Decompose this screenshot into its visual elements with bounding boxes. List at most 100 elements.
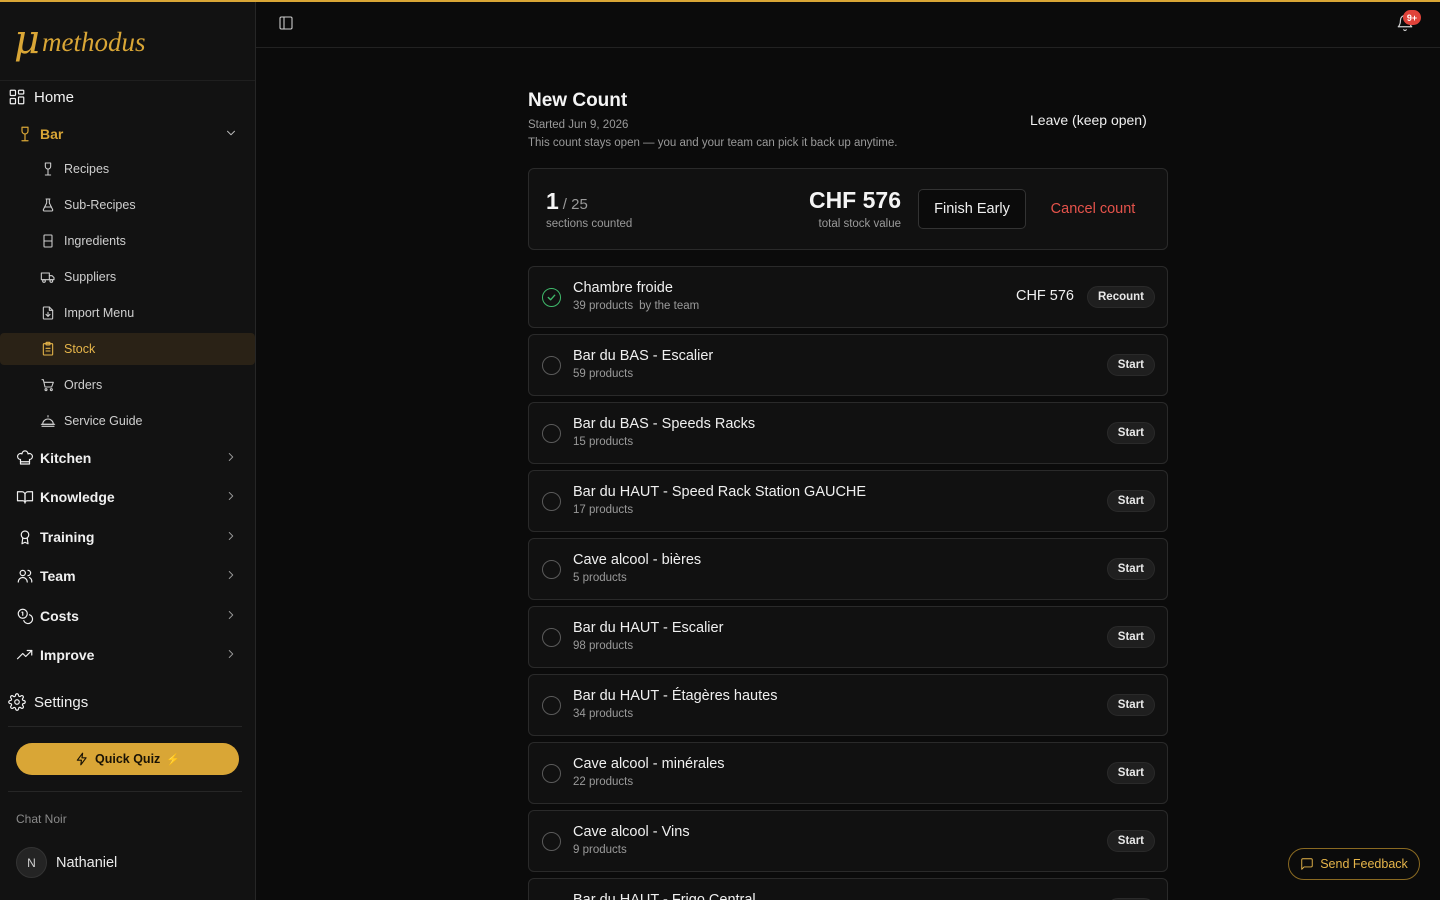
- sidebar-item-home[interactable]: Home: [0, 81, 256, 113]
- start-button[interactable]: Start: [1106, 694, 1155, 716]
- count-description: This count stays open — you and your tea…: [528, 137, 898, 149]
- spark-icon: ⚡: [166, 753, 180, 766]
- section-meta: 17 products: [573, 504, 633, 516]
- start-button[interactable]: Start: [1106, 762, 1155, 784]
- page-title: New Count: [528, 90, 628, 111]
- sidebar-item-recipes[interactable]: Recipes: [0, 153, 256, 185]
- sidebar-group-label: Bar: [40, 126, 64, 142]
- wine-glass-icon: [40, 161, 56, 177]
- sidebar-item-settings[interactable]: Settings: [0, 686, 256, 718]
- section-card[interactable]: Bar du HAUT - Étagères hautes 34 products…: [528, 674, 1168, 736]
- section-value: CHF 576: [1015, 288, 1074, 304]
- sidebar-item-label: Home: [34, 88, 75, 106]
- sidebar-group-label: Improve: [40, 647, 95, 663]
- clipboard-icon: [40, 341, 56, 357]
- empty-circle-icon: [542, 424, 561, 443]
- sidebar-item-sub-recipes[interactable]: Sub-Recipes: [0, 189, 256, 221]
- section-card[interactable]: Bar du HAUT - Frigo CentralStart: [528, 878, 1168, 900]
- start-button[interactable]: Start: [1106, 830, 1155, 852]
- section-card[interactable]: Bar du BAS - Escalier 59 products Start: [528, 334, 1168, 396]
- trend-up-icon: [16, 646, 34, 664]
- chevron-down-icon: [224, 126, 238, 140]
- empty-circle-icon: [542, 492, 561, 511]
- chevron-right-icon: [224, 489, 238, 503]
- sidebar-item-stock[interactable]: Stock: [0, 333, 255, 365]
- sidebar: μ methodus Home Bar Recipes Sub-Recipes …: [0, 0, 256, 900]
- top-header: 9+: [256, 0, 1440, 48]
- flask-icon: [40, 197, 56, 213]
- logo-mu: μ: [14, 17, 40, 63]
- sidebar-divider: [8, 791, 242, 792]
- finish-early-button[interactable]: Finish Early: [918, 189, 1026, 229]
- empty-circle-icon: [542, 356, 561, 375]
- section-card[interactable]: Bar du HAUT - Escalier 98 products Start: [528, 606, 1168, 668]
- sidebar-group-bar[interactable]: Bar: [0, 117, 256, 151]
- section-counted-by: by the team: [639, 300, 700, 312]
- sidebar-item-suppliers[interactable]: Suppliers: [0, 261, 256, 293]
- sidebar-group-label: Team: [40, 568, 76, 584]
- section-product-count: 5 products: [573, 572, 627, 584]
- section-meta: 39 products by the team: [573, 300, 699, 312]
- user-profile[interactable]: N Nathaniel: [16, 847, 117, 878]
- sidebar-divider: [8, 726, 242, 727]
- sidebar-item-orders[interactable]: Orders: [0, 369, 256, 401]
- counted-number: 1: [546, 188, 559, 214]
- section-name: Bar du HAUT - Étagères hautes: [573, 688, 778, 704]
- chevron-right-icon: [224, 647, 238, 661]
- sidebar-group-kitchen[interactable]: Kitchen: [0, 441, 256, 475]
- count-summary-card: 1 / 25 sections counted CHF 576 total st…: [528, 168, 1168, 250]
- quick-quiz-button[interactable]: Quick Quiz ⚡: [16, 743, 239, 775]
- start-button[interactable]: Start: [1106, 490, 1155, 512]
- sidebar-item-service-guide[interactable]: Service Guide: [0, 405, 256, 437]
- start-button[interactable]: Start: [1106, 626, 1155, 648]
- leave-keep-open-button[interactable]: Leave (keep open): [1030, 109, 1147, 131]
- section-meta: 5 products: [573, 572, 627, 584]
- organization-name: Chat Noir: [16, 812, 67, 826]
- sidebar-group-improve[interactable]: Improve: [0, 638, 256, 672]
- empty-circle-icon: [542, 832, 561, 851]
- top-accent-bar: [0, 0, 1440, 2]
- brand-logo[interactable]: μ methodus: [0, 0, 255, 81]
- gear-icon: [8, 693, 26, 711]
- cancel-count-button[interactable]: Cancel count: [1041, 189, 1145, 229]
- section-meta: 34 products: [573, 708, 633, 720]
- section-card[interactable]: Cave alcool - minérales 22 products Start: [528, 742, 1168, 804]
- start-button[interactable]: Start: [1106, 558, 1155, 580]
- sidebar-group-knowledge[interactable]: Knowledge: [0, 480, 256, 514]
- sidebar-group-training[interactable]: Training: [0, 520, 256, 554]
- section-name: Bar du BAS - Escalier: [573, 348, 714, 364]
- sidebar-item-ingredients[interactable]: Ingredients: [0, 225, 256, 257]
- sidebar-item-import-menu[interactable]: Import Menu: [0, 297, 256, 329]
- empty-circle-icon: [542, 696, 561, 715]
- user-name: Nathaniel: [56, 854, 118, 871]
- total-stock-value: CHF 576: [808, 187, 901, 213]
- sidebar-group-team[interactable]: Team: [0, 559, 256, 593]
- chevron-right-icon: [224, 608, 238, 622]
- section-meta: 59 products: [573, 368, 633, 380]
- start-button[interactable]: Start: [1106, 354, 1155, 376]
- start-button[interactable]: Start: [1106, 422, 1155, 444]
- sidebar-item-label: Import Menu: [64, 306, 135, 320]
- sidebar-item-label: Service Guide: [64, 414, 143, 428]
- sidebar-toggle-icon[interactable]: [278, 15, 294, 31]
- section-name: Cave alcool - bières: [573, 552, 702, 568]
- wine-glass-icon: [16, 125, 34, 143]
- section-card[interactable]: Cave alcool - bières 5 products Start: [528, 538, 1168, 600]
- section-card[interactable]: Bar du BAS - Speeds Racks 15 products Star…: [528, 402, 1168, 464]
- section-card[interactable]: Chambre froide 39 products by the team CHF …: [528, 266, 1168, 328]
- section-product-count: 34 products: [573, 708, 634, 720]
- send-feedback-button[interactable]: Send Feedback: [1288, 848, 1420, 880]
- section-card[interactable]: Cave alcool - Vins 9 products Start: [528, 810, 1168, 872]
- section-card[interactable]: Bar du HAUT - Speed Rack Station GAUCHE 1…: [528, 470, 1168, 532]
- sidebar-item-label: Orders: [64, 378, 103, 392]
- file-import-icon: [40, 305, 56, 321]
- total-number: / 25: [562, 196, 588, 213]
- sidebar-group-costs[interactable]: Costs: [0, 599, 256, 633]
- recount-button[interactable]: Recount: [1087, 286, 1155, 308]
- users-icon: [16, 567, 34, 585]
- section-name: Bar du HAUT - Frigo Central: [573, 892, 756, 900]
- section-meta: 22 products: [573, 776, 633, 788]
- sidebar-item-label: Recipes: [64, 162, 110, 176]
- section-name: Bar du HAUT - Escalier: [573, 620, 724, 636]
- lightning-icon: [75, 752, 89, 766]
